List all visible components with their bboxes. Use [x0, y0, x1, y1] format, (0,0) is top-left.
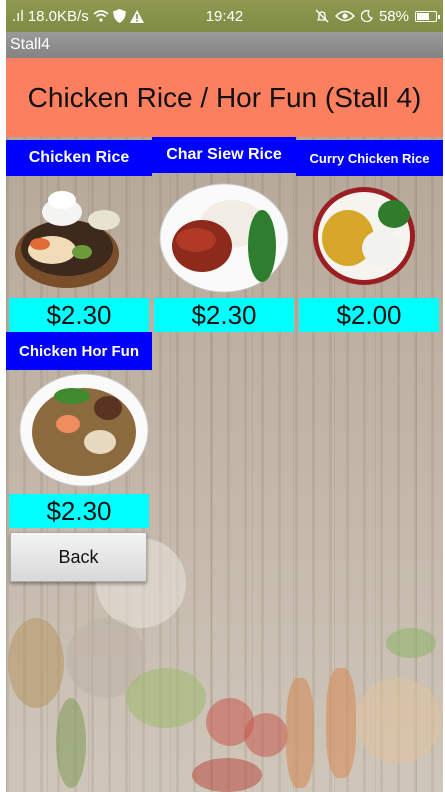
price-char-siew-rice: $2.30: [154, 298, 294, 332]
app-bar: Stall4: [6, 32, 443, 58]
dish-label-char-siew-rice[interactable]: Char Siew Rice: [152, 137, 296, 173]
back-button[interactable]: Back: [10, 532, 147, 582]
dish-label-chicken-rice[interactable]: Chicken Rice: [6, 140, 152, 176]
chicken-rice-image[interactable]: [12, 182, 122, 294]
dish-label-chicken-hor-fun[interactable]: Chicken Hor Fun: [6, 332, 152, 370]
stall-title: Chicken Rice / Hor Fun (Stall 4): [27, 81, 422, 113]
char-siew-rice-image[interactable]: [158, 182, 290, 294]
dish-label-curry-chicken-rice[interactable]: Curry Chicken Rice: [296, 140, 443, 176]
price-curry-chicken-rice: $2.00: [299, 298, 439, 332]
screen: .ıl 18.0KB/s 19:42 58% Stall4 Chicken Ri…: [6, 0, 443, 792]
status-bar: .ıl 18.0KB/s 19:42 58%: [6, 0, 443, 32]
price-chicken-hor-fun: $2.30: [9, 494, 149, 528]
battery-icon: [415, 10, 440, 22]
chicken-hor-fun-image[interactable]: [18, 372, 150, 488]
app-title: Stall4: [10, 36, 51, 53]
stall-header-banner: Chicken Rice / Hor Fun (Stall 4): [6, 58, 443, 137]
price-chicken-rice: $2.30: [9, 298, 149, 332]
clock: 19:42: [205, 7, 244, 25]
curry-chicken-rice-image[interactable]: [312, 186, 416, 286]
